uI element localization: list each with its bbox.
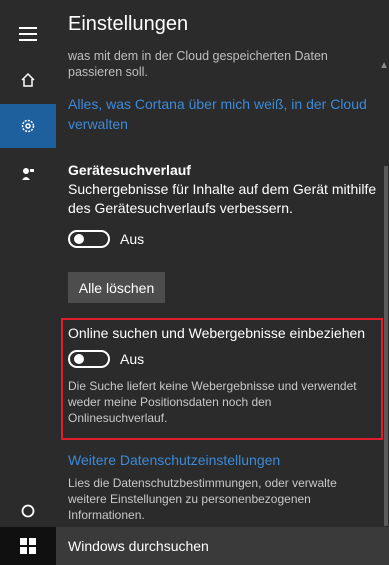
more-privacy-link[interactable]: Weitere Datenschutzeinstellungen bbox=[68, 452, 280, 468]
toggle-knob bbox=[74, 234, 84, 244]
gear-icon[interactable] bbox=[0, 104, 56, 148]
clear-all-button[interactable]: Alle löschen bbox=[68, 272, 165, 303]
scrollbar[interactable]: ▲ bbox=[379, 46, 389, 527]
settings-panel: was mit dem in der Cloud gespeicherten D… bbox=[56, 46, 389, 527]
taskbar: Windows durchsuchen bbox=[0, 527, 389, 565]
toggle-knob bbox=[74, 354, 84, 364]
windows-search-box[interactable]: Windows durchsuchen bbox=[56, 527, 389, 565]
more-privacy-description: Lies die Datenschutzbestimmungen, oder v… bbox=[68, 476, 337, 522]
scroll-thumb[interactable] bbox=[384, 166, 388, 526]
hamburger-icon[interactable] bbox=[0, 12, 56, 56]
page-title: Einstellungen bbox=[68, 13, 189, 35]
device-history-toggle[interactable] bbox=[68, 230, 110, 248]
feedback-icon[interactable] bbox=[0, 152, 56, 196]
device-history-description: Suchergebnisse für Inhalte auf dem Gerät… bbox=[68, 181, 377, 216]
online-search-toggle-row: Aus bbox=[68, 350, 144, 368]
device-history-toggle-row: Aus bbox=[68, 230, 144, 248]
online-search-description: Die Suche liefert keine Webergebnisse un… bbox=[68, 379, 357, 425]
device-history-title: Gerätesuchverlauf bbox=[68, 162, 191, 178]
scroll-up-icon[interactable]: ▲ bbox=[379, 60, 389, 71]
device-history-toggle-label: Aus bbox=[120, 231, 145, 247]
nav-rail bbox=[0, 0, 56, 527]
home-icon[interactable] bbox=[0, 58, 56, 102]
cloud-data-text: was mit dem in der Cloud gespeicherten D… bbox=[68, 49, 328, 79]
windows-start-icon[interactable] bbox=[0, 527, 56, 565]
online-search-title: Online suchen und Webergebnisse einbezie… bbox=[68, 325, 366, 341]
online-search-toggle-label: Aus bbox=[120, 351, 145, 367]
online-search-toggle[interactable] bbox=[68, 350, 110, 368]
settings-header: Einstellungen bbox=[56, 0, 389, 46]
cortana-cloud-link[interactable]: Alles, was Cortana über mich weiß, in de… bbox=[68, 94, 378, 134]
